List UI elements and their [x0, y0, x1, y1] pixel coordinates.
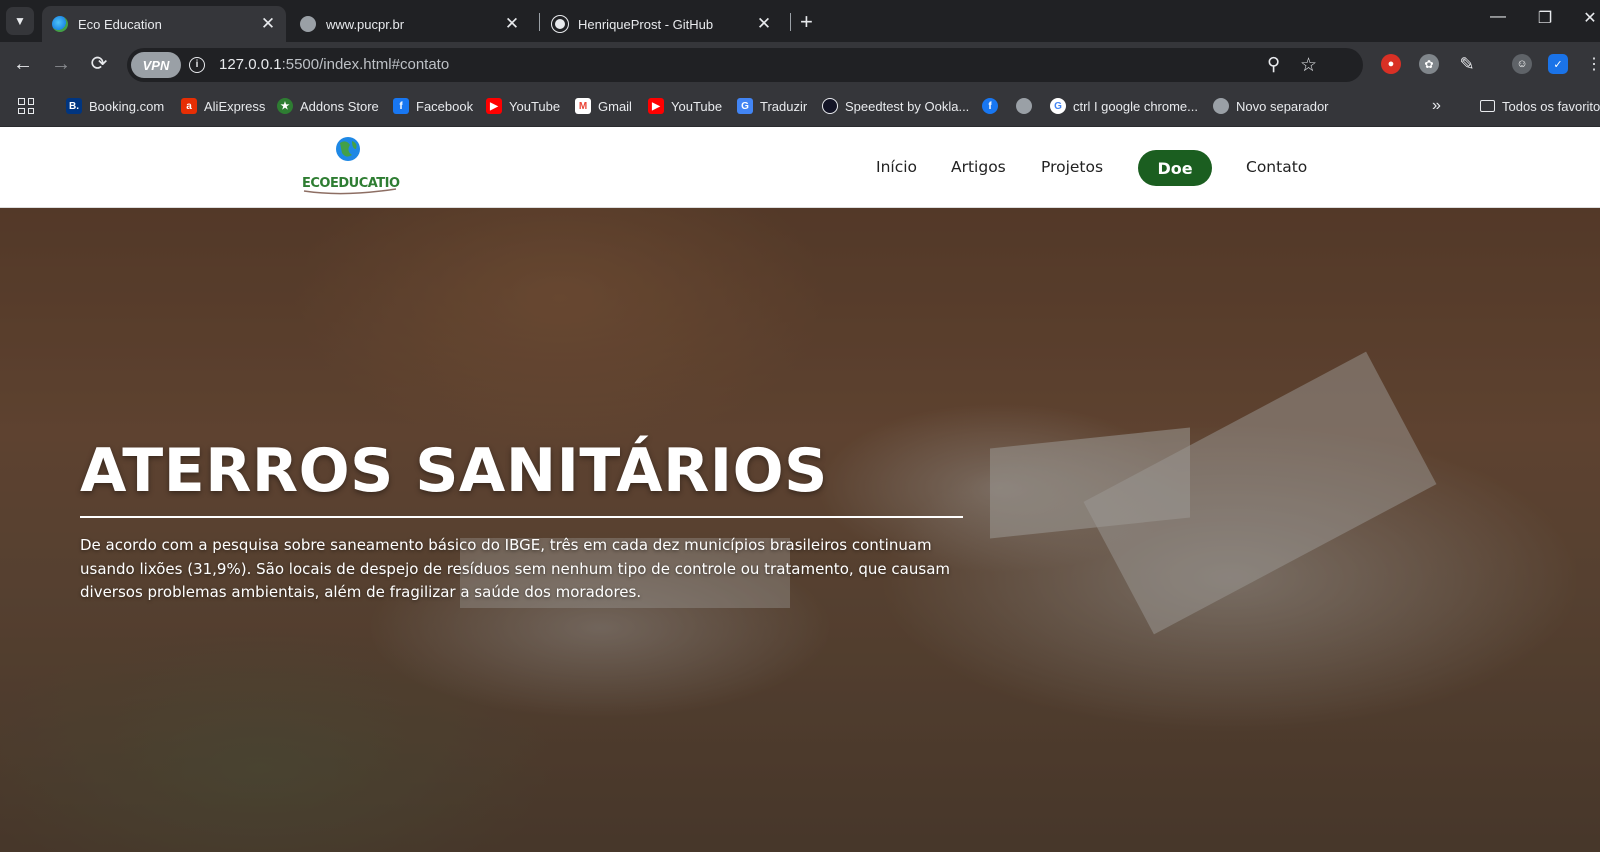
close-tab-icon[interactable]: ✕ — [754, 14, 774, 34]
nav-inicio[interactable]: Início — [876, 158, 917, 176]
logo-globe-icon: ECOEDUCATION — [302, 137, 410, 195]
tab-separator — [790, 13, 791, 31]
bookmark-label: YouTube — [509, 98, 561, 114]
forward-arrow-icon[interactable]: → — [49, 53, 73, 75]
bookmark-speedtest[interactable]: Speedtest by Ookla... — [822, 95, 969, 117]
close-tab-icon[interactable]: ✕ — [502, 14, 522, 34]
url-path: :5500/index.html#contato — [281, 56, 450, 73]
zoom-icon[interactable]: ⚲ — [1267, 54, 1280, 75]
profile-avatar-icon[interactable]: ☺ — [1512, 54, 1532, 74]
address-bar[interactable]: VPN i 127.0.0.1:5500/index.html#contato … — [127, 48, 1363, 82]
minimize-button[interactable]: — — [1478, 8, 1518, 26]
facebook-icon: f — [982, 98, 998, 114]
reload-icon[interactable]: ⟳ — [87, 53, 111, 75]
bookmark-folder-all[interactable]: Todos os favoritos — [1480, 95, 1600, 117]
close-window-button[interactable]: ✕ — [1570, 8, 1600, 28]
globe-icon — [300, 16, 316, 32]
chevron-down-icon: ▼ — [14, 14, 26, 28]
bookmark-label: Gmail — [598, 98, 632, 114]
globe-icon — [1213, 98, 1229, 114]
hero-text: De acordo com a pesquisa sobre saneament… — [80, 536, 950, 601]
globe-icon — [1016, 98, 1032, 114]
menu-kebab-icon[interactable]: ⋮ — [1584, 54, 1600, 74]
tab-search-button[interactable]: ▼ — [6, 7, 34, 35]
bookmark-label: Traduzir — [760, 98, 808, 114]
bookmark-addons[interactable]: ★ Addons Store — [277, 95, 379, 117]
bookmark-folder-label: Todos os favoritos — [1502, 98, 1600, 114]
bookmark-booking[interactable]: B. Booking.com — [66, 95, 164, 117]
bookmark-globe[interactable] — [1016, 95, 1039, 117]
close-tab-icon[interactable]: ✕ — [258, 14, 278, 34]
tab-github[interactable]: HenriqueProst - GitHub ✕ — [542, 6, 782, 42]
restore-button[interactable]: ❐ — [1525, 8, 1565, 28]
bookmark-star-icon[interactable]: ☆ — [1300, 54, 1317, 77]
bookmark-label: Facebook — [416, 98, 474, 114]
bookmark-label: Booking.com — [89, 98, 165, 114]
extension-gear-icon[interactable]: ✿ — [1419, 54, 1439, 74]
tab-pucpr[interactable]: www.pucpr.br ✕ — [290, 6, 530, 42]
nav-projetos[interactable]: Projetos — [1041, 158, 1103, 176]
bookmark-facebook[interactable]: f Facebook — [393, 95, 473, 117]
tab-separator — [539, 13, 540, 31]
gmail-icon: M — [575, 98, 591, 114]
url-host: 127.0.0.1 — [219, 56, 282, 73]
web-page: ECOEDUCATION Início Artigos Projetos Doe… — [0, 127, 1600, 852]
extensions-puzzle-icon[interactable]: ✎ — [1457, 54, 1477, 74]
vpn-badge[interactable]: VPN — [131, 52, 181, 78]
site-header: ECOEDUCATION Início Artigos Projetos Doe… — [0, 127, 1600, 208]
bookmark-google[interactable]: G ctrl I google chrome... — [1050, 95, 1198, 117]
bookmark-novo-separador[interactable]: Novo separador — [1213, 95, 1329, 117]
tab-title: Eco Education — [78, 16, 162, 32]
youtube-icon: ▶ — [486, 98, 502, 114]
youtube-icon: ▶ — [648, 98, 664, 114]
hero-banner: ATERROS SANITÁRIOS De acordo com a pesqu… — [0, 208, 1600, 852]
google-icon: G — [1050, 98, 1066, 114]
url-text[interactable]: 127.0.0.1:5500/index.html#contato — [219, 56, 449, 73]
shield-check-icon[interactable]: ✓ — [1548, 54, 1568, 74]
hero-overlay — [0, 208, 1600, 852]
tab-title: www.pucpr.br — [326, 16, 405, 32]
bookmark-youtube-2[interactable]: ▶ YouTube — [648, 95, 722, 117]
bookmark-label: YouTube — [671, 98, 723, 114]
hero-divider — [80, 516, 963, 518]
bookmarks-overflow-chevron-icon[interactable]: » — [1432, 95, 1441, 117]
bookmark-label: Novo separador — [1236, 98, 1329, 114]
bookmark-facebook-2[interactable]: f — [982, 95, 1005, 117]
bookmark-traduzir[interactable]: G Traduzir — [737, 95, 807, 117]
globe-favicon-icon — [52, 16, 68, 32]
donate-button[interactable]: Doe — [1138, 150, 1212, 186]
back-arrow-icon[interactable]: ← — [11, 53, 35, 75]
bookmark-label: ctrl I google chrome... — [1073, 98, 1198, 114]
github-icon — [552, 16, 568, 32]
svg-text:ECOEDUCATION: ECOEDUCATION — [302, 176, 400, 191]
nav-artigos[interactable]: Artigos — [951, 158, 1006, 176]
speedtest-icon — [822, 98, 838, 114]
bookmark-label: AliExpress — [204, 98, 266, 114]
site-logo[interactable]: ECOEDUCATION — [300, 135, 410, 197]
facebook-icon: f — [393, 98, 409, 114]
bookmark-aliexpress[interactable]: a AliExpress — [181, 95, 265, 117]
translate-icon: G — [737, 98, 753, 114]
extension-red-icon[interactable]: ● — [1381, 54, 1401, 74]
site-info-icon[interactable]: i — [189, 57, 205, 73]
bookmark-gmail[interactable]: M Gmail — [575, 95, 632, 117]
nav-contato[interactable]: Contato — [1246, 158, 1307, 176]
new-tab-button[interactable]: + — [800, 9, 813, 35]
addons-icon: ★ — [277, 98, 293, 114]
aliexpress-icon: a — [181, 98, 197, 114]
apps-grid-icon[interactable] — [18, 98, 34, 114]
bookmark-label: Speedtest by Ookla... — [845, 98, 970, 114]
browser-toolbar: ← → ⟳ VPN i 127.0.0.1:5500/index.html#co… — [0, 42, 1600, 86]
folder-icon — [1480, 100, 1495, 112]
tab-title: HenriqueProst - GitHub — [578, 16, 714, 32]
bookmark-label: Addons Store — [300, 98, 379, 114]
bookmark-youtube[interactable]: ▶ YouTube — [486, 95, 560, 117]
booking-icon: B. — [66, 98, 82, 114]
tab-strip: ▼ Eco Education ✕ www.pucpr.br ✕ Henriqu… — [0, 0, 1600, 42]
tab-eco-education[interactable]: Eco Education ✕ — [42, 6, 286, 42]
hero-title: ATERROS SANITÁRIOS — [80, 436, 828, 506]
bookmarks-bar: B. Booking.com a AliExpress ★ Addons Sto… — [0, 86, 1600, 127]
